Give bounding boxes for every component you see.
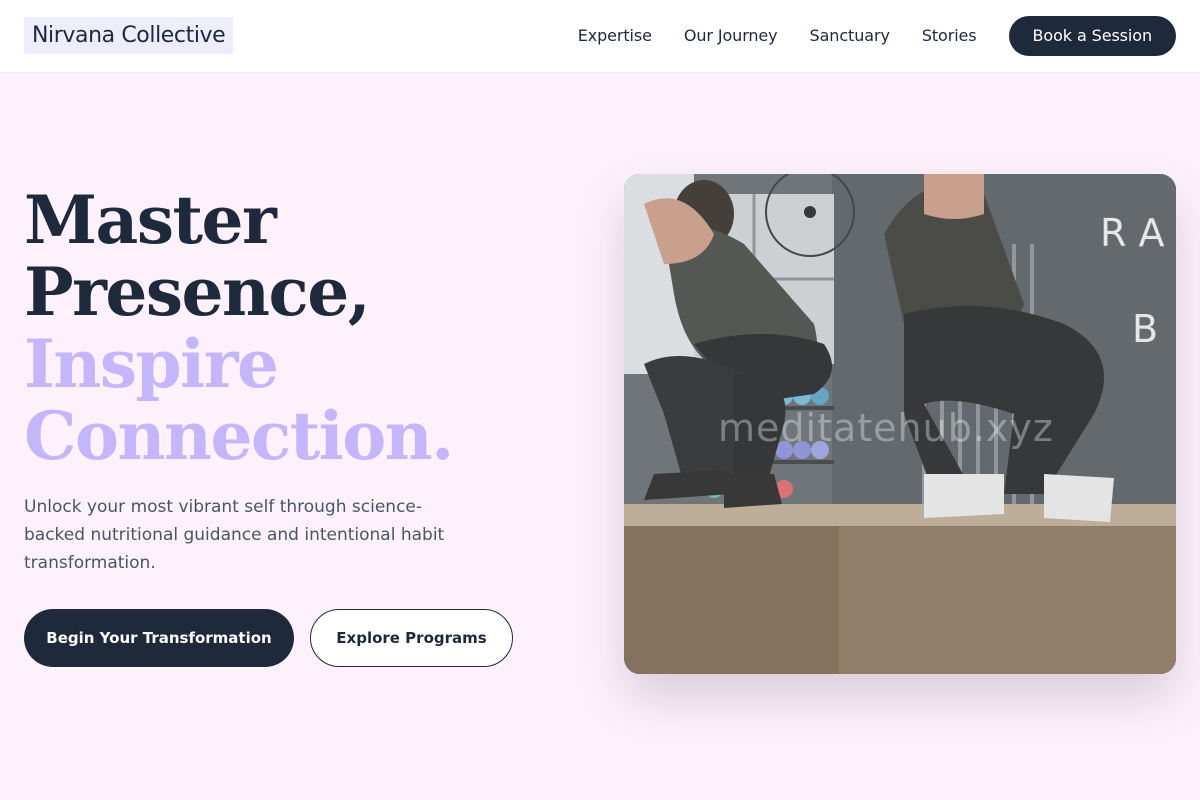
site-header: Nirvana Collective Expertise Our Journey… — [0, 0, 1200, 73]
explore-programs-button[interactable]: Explore Programs — [310, 609, 513, 667]
nav-link-stories[interactable]: Stories — [922, 16, 977, 56]
main-nav: Expertise Our Journey Sanctuary Stories … — [578, 16, 1176, 56]
hero-headline: Master Presence, Inspire Connection. — [24, 184, 544, 472]
nav-link-expertise[interactable]: Expertise — [578, 16, 652, 56]
headline-line-3: Inspire — [24, 325, 279, 403]
nav-link-sanctuary[interactable]: Sanctuary — [810, 16, 890, 56]
hero-image: R A B meditatehub.xyz — [624, 174, 1176, 674]
book-session-button[interactable]: Book a Session — [1008, 16, 1176, 56]
nav-link-our-journey[interactable]: Our Journey — [684, 16, 778, 56]
headline-line-4: Connection. — [24, 397, 454, 475]
brand-logo[interactable]: Nirvana Collective — [24, 17, 234, 54]
image-watermark: meditatehub.xyz — [718, 406, 1054, 450]
headline-line-2: Presence, — [24, 253, 371, 331]
begin-transformation-button[interactable]: Begin Your Transformation — [24, 609, 294, 667]
hero-subtext: Unlock your most vibrant self through sc… — [24, 497, 445, 573]
headline-line-1: Master — [24, 181, 277, 259]
